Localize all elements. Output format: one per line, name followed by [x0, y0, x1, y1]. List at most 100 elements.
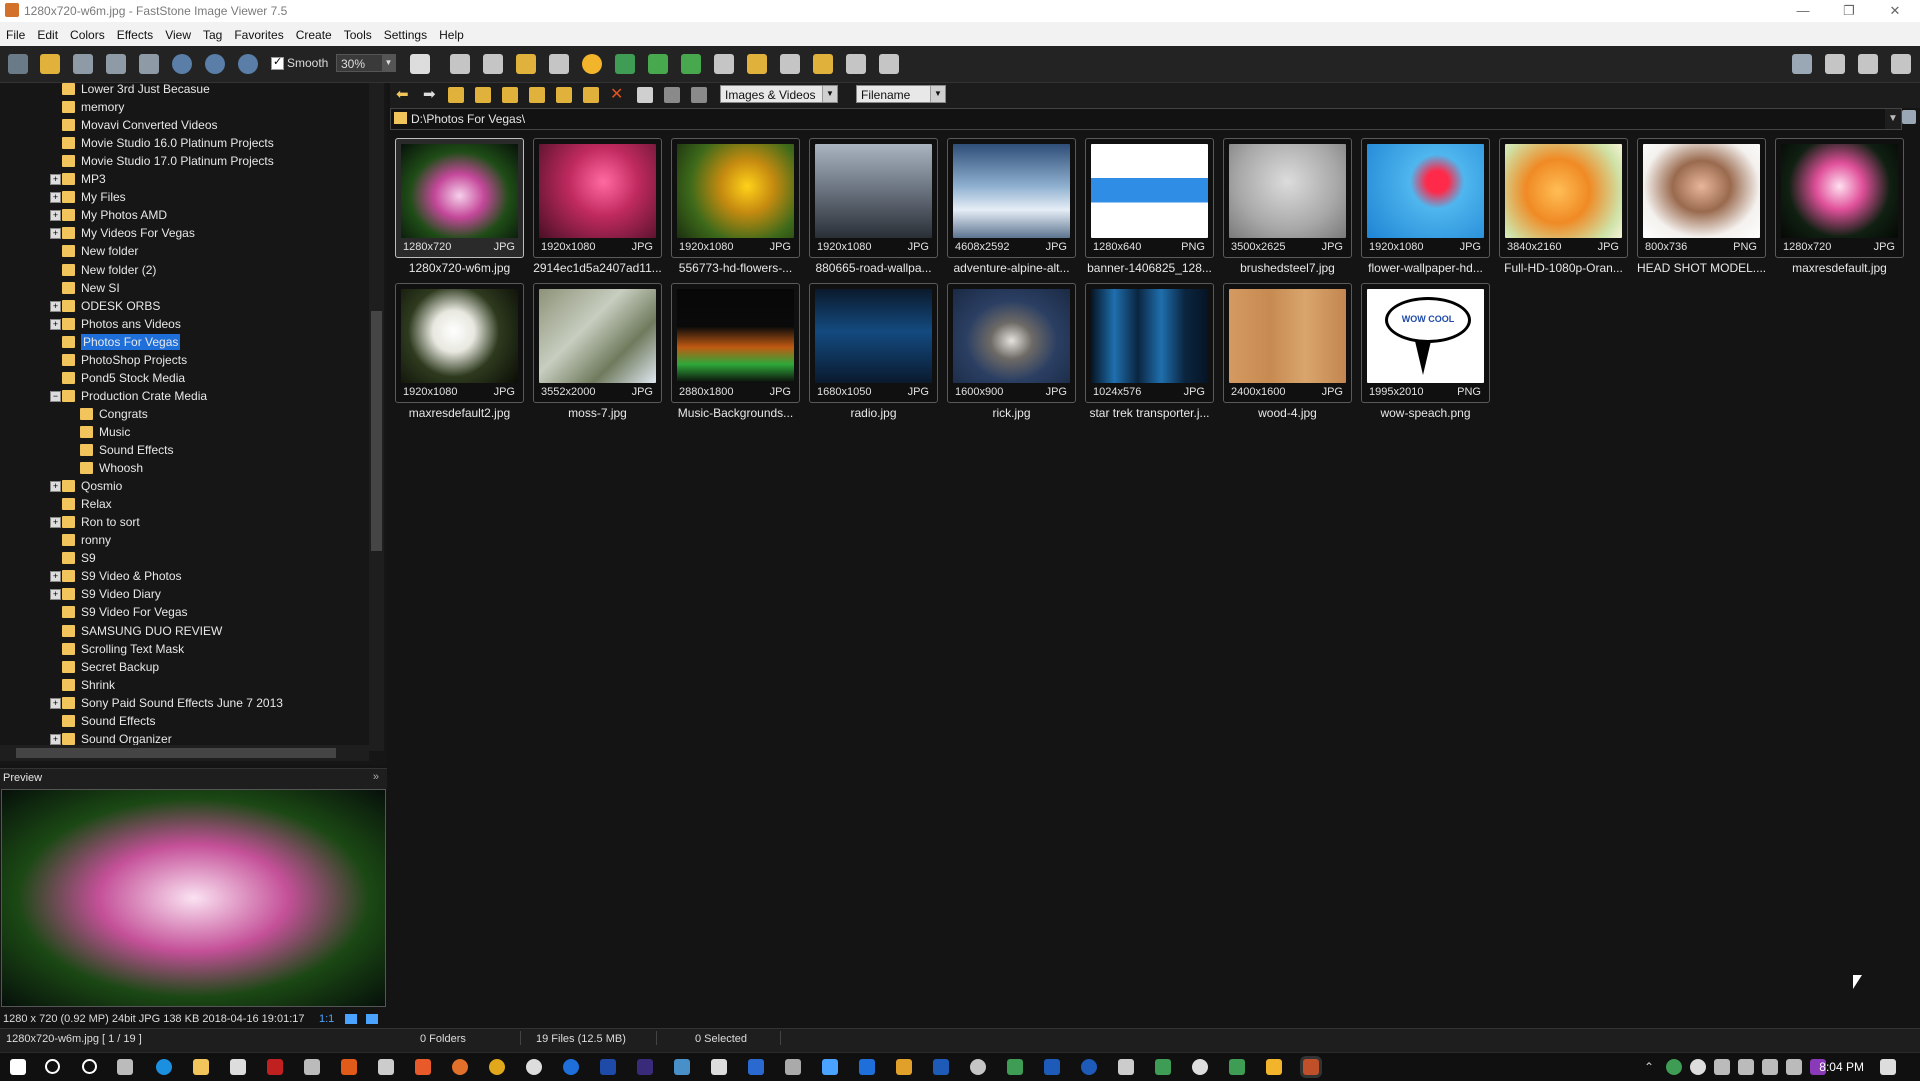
app-icon[interactable]: [711, 1059, 727, 1075]
scrollbar-thumb[interactable]: [16, 748, 336, 758]
tree-item[interactable]: Shrink: [62, 676, 115, 694]
open-folder-icon[interactable]: [40, 54, 60, 74]
thumbnail[interactable]: 1280x720 JPG maxresdefault.jpg: [1775, 138, 1904, 281]
refresh-icon[interactable]: [583, 87, 599, 103]
thumbnail[interactable]: 2400x1600 JPG wood-4.jpg: [1223, 283, 1352, 426]
tree-item[interactable]: + My Files: [50, 188, 126, 206]
menu-colors[interactable]: Colors: [64, 22, 111, 48]
thumb-view-icon[interactable]: [637, 87, 653, 103]
app-icon[interactable]: [1118, 1059, 1134, 1075]
email-icon[interactable]: [813, 54, 833, 74]
tray-expand-icon[interactable]: ⌃: [1644, 1059, 1660, 1075]
tree-item[interactable]: S9: [62, 549, 96, 567]
slideshow-icon[interactable]: [747, 54, 767, 74]
zoom-select[interactable]: 30% ▼: [336, 54, 396, 72]
tree-item[interactable]: + ODESK ORBS: [50, 297, 160, 315]
app-icon[interactable]: [859, 1059, 875, 1075]
tree-item[interactable]: Sound Effects: [80, 441, 174, 459]
menu-favorites[interactable]: Favorites: [228, 22, 289, 48]
app-icon[interactable]: [304, 1059, 320, 1075]
tree-item[interactable]: Movie Studio 17.0 Platinum Projects: [62, 152, 274, 170]
menu-effects[interactable]: Effects: [111, 22, 159, 48]
rotate-right-icon[interactable]: [681, 54, 701, 74]
adjust-icon[interactable]: [615, 54, 635, 74]
volume-icon[interactable]: [1762, 1059, 1778, 1075]
expand-toggle-icon[interactable]: +: [50, 481, 61, 493]
store-icon[interactable]: [230, 1059, 246, 1075]
tree-item[interactable]: + Qosmio: [50, 477, 122, 495]
tree-item[interactable]: + Photos ans Videos: [50, 315, 181, 333]
fullscreen-icon[interactable]: [1891, 54, 1911, 74]
canvas-icon[interactable]: [549, 54, 569, 74]
crop-icon[interactable]: [483, 54, 503, 74]
chrome-icon[interactable]: [489, 1059, 505, 1075]
batch-icon[interactable]: [879, 54, 899, 74]
app-icon[interactable]: [822, 1059, 838, 1075]
app-icon[interactable]: [267, 1059, 283, 1075]
hand-tool-icon[interactable]: [410, 54, 430, 74]
app-icon[interactable]: [563, 1059, 579, 1075]
tree-item[interactable]: Whoosh: [80, 459, 143, 477]
expand-toggle-icon[interactable]: +: [50, 589, 61, 601]
save-as-icon[interactable]: [106, 54, 126, 74]
menu-settings[interactable]: Settings: [378, 22, 433, 48]
scan-icon[interactable]: [780, 54, 800, 74]
dropbox-icon[interactable]: [1786, 1059, 1802, 1075]
forward-icon[interactable]: ➡: [423, 87, 439, 103]
map-icon[interactable]: [366, 1014, 378, 1024]
layout-browser-icon[interactable]: [1792, 54, 1812, 74]
explorer-icon[interactable]: [193, 1059, 209, 1075]
tree-horizontal-scrollbar[interactable]: [0, 745, 369, 761]
thumbnail[interactable]: 1280x640 PNG banner-1406825_128...: [1085, 138, 1214, 281]
expand-toggle-icon[interactable]: +: [50, 517, 61, 529]
menu-create[interactable]: Create: [290, 22, 338, 48]
delete-icon[interactable]: ✕: [610, 87, 626, 103]
print-icon[interactable]: [139, 54, 159, 74]
photoshop-icon[interactable]: [600, 1059, 616, 1075]
app-icon[interactable]: [785, 1059, 801, 1075]
thumbnail[interactable]: 1920x1080 JPG 880665-road-wallpa...: [809, 138, 938, 281]
thumbnail[interactable]: 1920x1080 JPG maxresdefault2.jpg: [395, 283, 524, 426]
favorites-folder-icon[interactable]: [475, 87, 491, 103]
scrollbar-thumb[interactable]: [371, 311, 382, 551]
expand-toggle-icon[interactable]: +: [50, 174, 61, 186]
thumbnail[interactable]: 4608x2592 JPG adventure-alpine-alt...: [947, 138, 1076, 281]
cloud-icon[interactable]: [1690, 1059, 1706, 1075]
cortana-icon[interactable]: [82, 1059, 97, 1074]
menu-edit[interactable]: Edit: [31, 22, 64, 48]
resize-icon[interactable]: [516, 54, 536, 74]
thumbnail[interactable]: 1920x1080 JPG 556773-hd-flowers-...: [671, 138, 800, 281]
actual-size-icon[interactable]: [238, 54, 258, 74]
clock[interactable]: 8:04 PM: [1819, 1060, 1864, 1074]
app-icon[interactable]: [1266, 1059, 1282, 1075]
tree-item[interactable]: Movavi Converted Videos: [62, 116, 218, 134]
layout-preview-icon[interactable]: [1825, 54, 1845, 74]
chevron-down-icon[interactable]: ▼: [1885, 109, 1901, 129]
back-icon[interactable]: ⬅: [396, 87, 412, 103]
info-icon[interactable]: [345, 1014, 357, 1024]
tree-item[interactable]: Photos For Vegas: [62, 333, 181, 351]
tree-item[interactable]: − Production Crate Media: [50, 387, 207, 405]
expand-toggle-icon[interactable]: +: [50, 571, 61, 583]
thumbnail[interactable]: 3840x2160 JPG Full-HD-1080p-Oran...: [1499, 138, 1628, 281]
tree-item[interactable]: + MP3: [50, 170, 106, 188]
tree-item[interactable]: + My Videos For Vegas: [50, 224, 195, 242]
app-icon[interactable]: [1303, 1059, 1319, 1075]
restore-button[interactable]: ❐: [1826, 0, 1872, 22]
acquire-icon[interactable]: [8, 54, 28, 74]
thumbnail[interactable]: 3552x2000 JPG moss-7.jpg: [533, 283, 662, 426]
path-input[interactable]: D:\Photos For Vegas\ ▼: [390, 108, 1902, 130]
tree-item[interactable]: S9 Video For Vegas: [62, 603, 188, 621]
sort-select[interactable]: Filename ▼: [856, 85, 946, 103]
tree-item[interactable]: Relax: [62, 495, 112, 513]
battery-icon[interactable]: [1714, 1059, 1730, 1075]
windows-start-icon[interactable]: [10, 1059, 26, 1075]
firefox-icon[interactable]: [452, 1059, 468, 1075]
task-view-icon[interactable]: [117, 1059, 133, 1075]
collapse-icon[interactable]: »: [373, 771, 379, 783]
fit-window-icon[interactable]: [450, 54, 470, 74]
app-icon[interactable]: [970, 1059, 986, 1075]
thumbnail[interactable]: 1600x900 JPG rick.jpg: [947, 283, 1076, 426]
tree-item[interactable]: PhotoShop Projects: [62, 351, 187, 369]
app-icon[interactable]: [748, 1059, 764, 1075]
